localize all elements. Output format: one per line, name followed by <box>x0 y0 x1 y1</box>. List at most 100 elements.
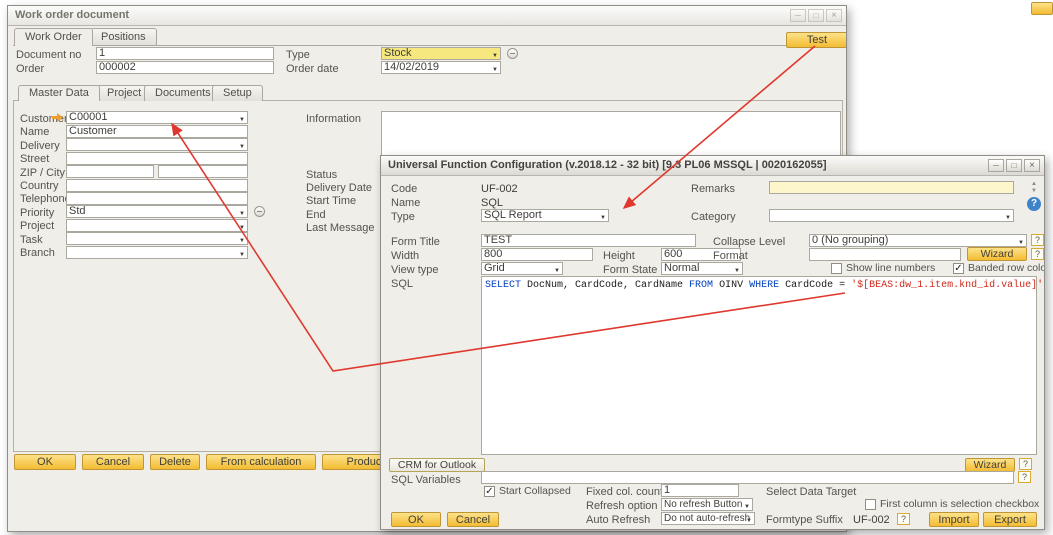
checkbox-label: Banded row color <box>968 262 1045 274</box>
sql-editor[interactable]: SELECT DocNum, CardCode, CardName FROM O… <box>481 276 1037 455</box>
country-label: Country <box>20 180 59 193</box>
tab-label: Project <box>107 87 141 99</box>
zip-field[interactable] <box>66 165 154 178</box>
customer-combo[interactable]: C00001 <box>66 111 248 124</box>
import-button[interactable]: Import <box>929 512 979 527</box>
first-column-selection-checkbox[interactable]: First column is selection checkbox <box>865 498 1039 510</box>
tab-label: Documents <box>155 87 211 99</box>
select-data-target-label: Select Data Target <box>766 486 856 499</box>
ok-button[interactable]: OK <box>14 454 76 470</box>
cancel-button[interactable]: Cancel <box>447 512 499 527</box>
country-field[interactable] <box>66 179 248 192</box>
minimize-icon[interactable] <box>790 9 806 22</box>
city-field[interactable] <box>158 165 248 178</box>
order-field[interactable]: 000002 <box>96 61 274 74</box>
branch-label: Branch <box>20 247 55 260</box>
tab-work-order[interactable]: Work Order <box>14 28 93 46</box>
desktop: Work order document Work Order Positions… <box>0 0 1053 535</box>
delivery-label: Delivery <box>20 140 60 153</box>
wizard-button[interactable]: Wizard <box>965 458 1015 472</box>
maximize-icon[interactable] <box>1006 159 1022 172</box>
work-order-title: Work order document <box>15 9 129 21</box>
delivery-combo[interactable] <box>66 138 248 151</box>
crm-for-outlook-button[interactable]: CRM for Outlook <box>389 458 485 472</box>
collapse-level-combo[interactable]: 0 (No grouping) <box>809 234 1027 247</box>
form-title-field[interactable]: TEST <box>481 234 696 247</box>
name-field[interactable]: Customer <box>66 125 248 138</box>
view-type-label: View type <box>391 264 439 277</box>
view-type-combo[interactable]: Grid <box>481 262 563 275</box>
form-state-combo[interactable]: Normal <box>661 262 743 275</box>
tab-documents[interactable]: Documents <box>144 85 222 101</box>
help-button[interactable]: ? <box>1019 458 1032 470</box>
work-order-titlebar: Work order document <box>8 6 846 26</box>
telephone-field[interactable] <box>66 192 248 205</box>
delete-button[interactable]: Delete <box>150 454 200 470</box>
help-button[interactable]: ? <box>1031 248 1044 260</box>
banded-row-color-checkbox[interactable]: Banded row color <box>953 262 1045 274</box>
status-label: Status <box>306 169 337 182</box>
tab-positions[interactable]: Positions <box>90 28 157 45</box>
telephone-label: Telephone <box>20 193 71 206</box>
help-icon[interactable] <box>1027 197 1041 211</box>
refresh-option-label: Refresh option <box>586 500 658 513</box>
help-button[interactable]: ? <box>897 513 910 525</box>
fixed-col-count-field[interactable]: 1 <box>661 484 739 497</box>
scroll-up-icon[interactable] <box>1031 181 1037 187</box>
from-calculation-button[interactable]: From calculation <box>206 454 316 470</box>
cancel-button[interactable]: Cancel <box>82 454 144 470</box>
branch-combo[interactable] <box>66 246 248 259</box>
type-combo[interactable]: Stock <box>381 47 501 60</box>
tab-setup[interactable]: Setup <box>212 85 263 101</box>
document-no-label: Document no <box>16 49 81 62</box>
refresh-option-combo[interactable]: No refresh Button <box>661 498 753 511</box>
checkbox-label: First column is selection checkbox <box>880 498 1039 510</box>
category-combo[interactable] <box>769 209 1014 222</box>
order-date-combo[interactable]: 14/02/2019 <box>381 61 501 74</box>
test-button[interactable]: Test <box>786 32 847 48</box>
project-combo[interactable] <box>66 219 248 232</box>
expand-icon[interactable] <box>507 48 518 59</box>
ok-button[interactable]: OK <box>391 512 441 527</box>
tab-divider <box>13 45 843 46</box>
start-time-label: Start Time <box>306 195 356 208</box>
export-button[interactable]: Export <box>983 512 1037 527</box>
width-field[interactable]: 800 <box>481 248 593 261</box>
maximize-icon[interactable] <box>808 9 824 22</box>
sql-variables-field[interactable] <box>481 471 1014 484</box>
tab-label: Setup <box>223 87 252 99</box>
checkbox-box <box>953 263 964 274</box>
tab-master-data[interactable]: Master Data <box>18 85 100 101</box>
checkbox-box <box>831 263 842 274</box>
wizard-button[interactable]: Wizard <box>967 247 1027 261</box>
street-field[interactable] <box>66 152 248 165</box>
name-label: Name <box>20 126 49 139</box>
uf-name-label: Name <box>391 197 420 210</box>
help-button[interactable]: ? <box>1018 471 1031 483</box>
scroll-down-icon[interactable] <box>1031 188 1037 194</box>
show-line-numbers-checkbox[interactable]: Show line numbers <box>831 262 935 274</box>
close-icon[interactable] <box>1024 159 1040 172</box>
cropped-button-fragment <box>1031 2 1053 15</box>
minimize-icon[interactable] <box>988 159 1004 172</box>
height-label: Height <box>603 250 635 263</box>
width-label: Width <box>391 250 419 263</box>
task-combo[interactable] <box>66 232 248 245</box>
code-label: Code <box>391 183 417 196</box>
priority-combo[interactable]: Std <box>66 205 248 218</box>
format-field[interactable] <box>809 248 961 261</box>
checkbox-label: Show line numbers <box>846 262 935 274</box>
start-collapsed-checkbox[interactable]: Start Collapsed <box>484 485 571 497</box>
link-arrow-icon[interactable] <box>52 113 63 122</box>
help-button[interactable]: ? <box>1031 234 1044 246</box>
remarks-field[interactable] <box>769 181 1014 194</box>
document-no-field[interactable]: 1 <box>96 47 274 60</box>
close-icon[interactable] <box>826 9 842 22</box>
auto-refresh-combo[interactable]: Do not auto-refresh <box>661 512 755 525</box>
uf-type-combo[interactable]: SQL Report <box>481 209 609 222</box>
info-icon[interactable] <box>254 206 265 217</box>
formtype-suffix-field[interactable]: UF-002 <box>853 514 890 527</box>
formtype-suffix-label: Formtype Suffix <box>766 514 843 527</box>
delivery-date-label: Delivery Date <box>306 182 372 195</box>
code-field[interactable]: UF-002 <box>481 183 651 196</box>
